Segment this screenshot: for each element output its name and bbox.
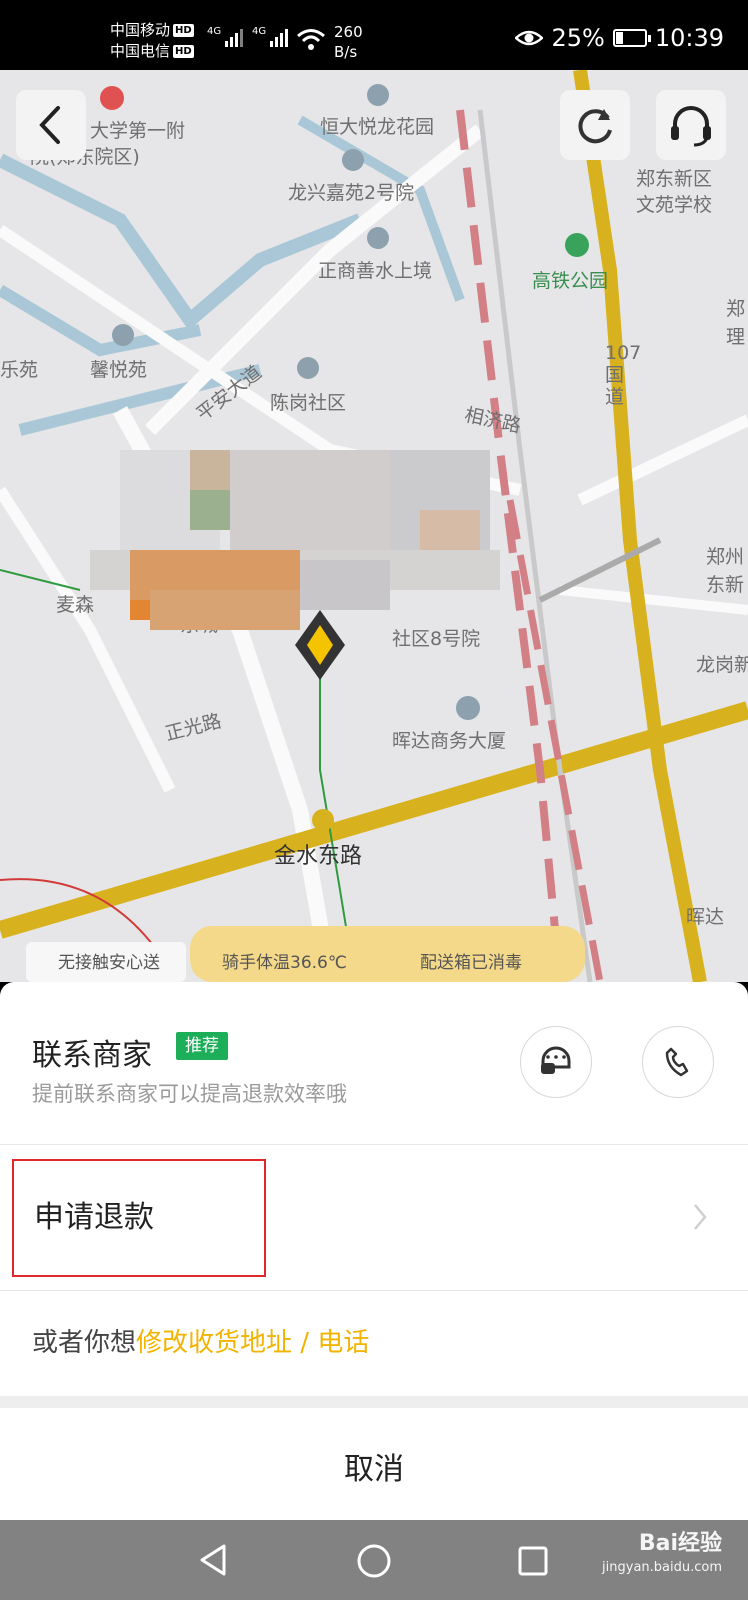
modify-address-link[interactable]: 修改收货地址 [136, 1328, 292, 1358]
contact-merchant-title: 联系商家 [32, 1038, 152, 1073]
map-label: 高铁公园 [532, 270, 609, 292]
back-button[interactable] [16, 90, 86, 160]
map-label: 恒大悦龙花园 [320, 116, 435, 138]
chevron-left-icon [39, 106, 60, 144]
battery-percent: 25% [551, 24, 605, 52]
map-label: 馨悦苑 [90, 359, 148, 381]
carrier-2: 中国电信 [110, 42, 171, 60]
carrier-info: 中国移动 HD 中国电信 HD [110, 20, 194, 62]
recents-square-icon[interactable] [516, 1544, 550, 1578]
signal-icon [270, 28, 290, 47]
system-navigation-bar: Bai经验 jingyan.baidu.com [0, 1520, 748, 1600]
chevron-right-icon [694, 1204, 707, 1230]
phone-icon [665, 1047, 689, 1077]
map-label: 金水东路 [274, 844, 363, 869]
map-label: 郑 [726, 298, 746, 320]
recommended-badge: 推荐 [176, 1032, 228, 1060]
map-label: 无接触安心送 [58, 953, 160, 973]
map-label: 正商善水上境 [318, 260, 433, 282]
battery-icon [612, 29, 651, 47]
map-label: 龙岗新 [696, 654, 748, 676]
map-label: 文苑学校 [636, 194, 713, 216]
cancel-button[interactable]: 取消 [0, 1408, 748, 1520]
network-speed: 260 B/s [334, 23, 363, 61]
alternative-options-text: 或者你想修改收货地址 / 电话 [32, 1328, 370, 1358]
map-label: 东新 [706, 574, 745, 596]
back-triangle-icon[interactable] [196, 1542, 230, 1578]
chat-merchant-button[interactable] [520, 1026, 592, 1098]
customer-service-button[interactable] [656, 90, 726, 160]
map-label: 晖达 [686, 906, 725, 928]
hd-badge: HD [173, 45, 194, 58]
refresh-button[interactable] [560, 90, 630, 160]
alternative-options-row: 或者你想修改收货地址 / 电话 [0, 1290, 748, 1396]
map-label: 107国道 [605, 342, 642, 408]
map-label: 大学第一附 [90, 120, 186, 142]
home-circle-icon[interactable] [355, 1542, 393, 1580]
carrier-1: 中国移动 [110, 21, 171, 39]
refund-action-sheet: 联系商家 推荐 提前联系商家可以提高退款效率哦 申请退款 或者你想修改收货地址 … [0, 982, 748, 1520]
map-label: 乐苑 [0, 359, 39, 381]
network-type-2: 4G [252, 26, 267, 37]
map-label: 理 [726, 326, 746, 348]
contact-merchant-hint: 提前联系商家可以提高退款效率哦 [32, 1082, 347, 1106]
map-label: 麦森 [56, 594, 95, 616]
call-merchant-button[interactable] [642, 1026, 714, 1098]
headset-icon [671, 106, 711, 147]
apply-refund-label: 申请退款 [34, 1200, 154, 1235]
map-label: 郑东新区 [636, 168, 713, 190]
clock: 10:39 [654, 24, 724, 52]
apply-refund-row[interactable]: 申请退款 [0, 1144, 748, 1291]
modify-phone-link[interactable]: 电话 [317, 1328, 369, 1358]
cancel-label: 取消 [344, 1452, 404, 1487]
map-label: 骑手体温36.6℃ [222, 953, 347, 973]
delivery-map[interactable]: 大学第一附 院(郑东院区) 恒大悦龙花园 龙兴嘉苑2号院 正商善水上境 平安大道… [0, 70, 748, 982]
map-label: 郑州 [706, 546, 745, 568]
map-label: 龙兴嘉苑2号院 [288, 182, 415, 204]
eye-icon [515, 30, 544, 46]
map-label: 陈岗社区 [270, 392, 347, 414]
chat-bubble-icon [541, 1046, 571, 1074]
status-bar: 中国移动 HD 中国电信 HD 4G 4G 260 B/s 25% 10:39 [0, 0, 748, 70]
map-label: 晖达商务大厦 [392, 730, 507, 752]
link-separator: / [292, 1328, 318, 1358]
divider [0, 1396, 748, 1408]
contact-merchant-section: 联系商家 推荐 提前联系商家可以提高退款效率哦 [0, 982, 748, 1145]
refresh-icon [578, 109, 612, 144]
baidu-watermark: Bai经验 jingyan.baidu.com [602, 1531, 722, 1576]
pixelated-overlay [90, 450, 500, 690]
signal-icon [225, 28, 245, 47]
hd-badge: HD [173, 24, 194, 37]
map-label: 配送箱已消毒 [420, 953, 522, 973]
wifi-icon [297, 29, 325, 50]
network-type-1: 4G [207, 26, 222, 37]
